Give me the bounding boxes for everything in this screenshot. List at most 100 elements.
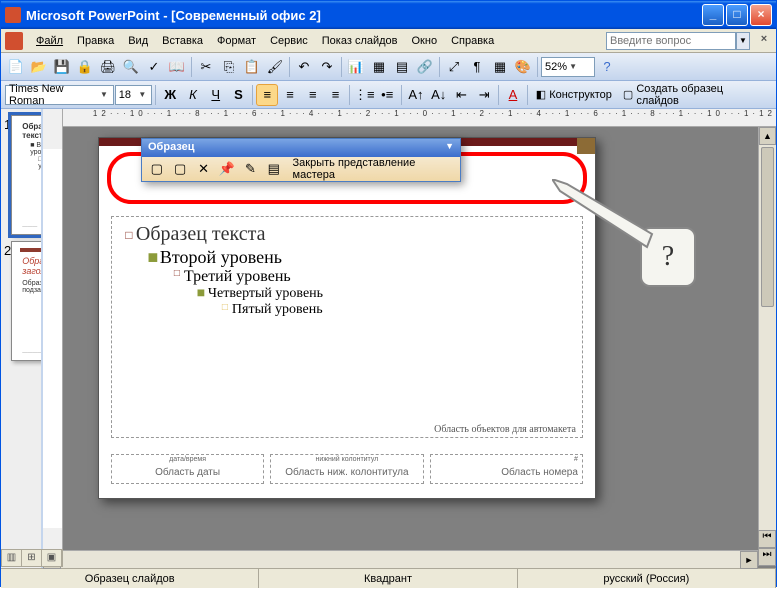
menu-edit[interactable]: Правка [70, 33, 121, 49]
thumbnail-slide-1[interactable]: Образец текста ■ Второй уровень □ Третий… [11, 115, 43, 235]
slide-corner-accent [577, 138, 595, 154]
insert-title-master-button[interactable]: ▢ [169, 158, 190, 180]
powerpoint-icon[interactable] [5, 32, 23, 50]
master-toolbar-title[interactable]: Образец▼ [142, 139, 460, 157]
spelling-button[interactable]: ✓ [143, 56, 165, 78]
menu-window[interactable]: Окно [405, 33, 445, 49]
status-language[interactable]: русский (Россия) [518, 569, 776, 588]
numbering-button[interactable]: ⋮≡ [353, 84, 375, 106]
menu-help[interactable]: Справка [444, 33, 501, 49]
help-dropdown[interactable]: ▼ [736, 32, 750, 50]
dropdown-icon[interactable]: ▼ [445, 141, 454, 155]
delete-master-button[interactable]: ✕ [193, 158, 214, 180]
increase-font-button[interactable]: A↑ [405, 84, 427, 106]
shadow-button[interactable]: S [228, 84, 250, 106]
close-button[interactable]: × [750, 4, 772, 26]
redo-button[interactable]: ↷ [316, 56, 338, 78]
decrease-indent-button[interactable]: ⇤ [451, 84, 473, 106]
help-button[interactable]: ? [596, 56, 618, 78]
slideshow-view-button[interactable]: ▣ [42, 550, 62, 566]
date-placeholder[interactable]: дата/времяОбласть даты [111, 454, 264, 484]
font-color-button[interactable]: A [502, 84, 524, 106]
scroll-thumb[interactable] [761, 147, 774, 307]
italic-button[interactable]: К [182, 84, 204, 106]
new-master-button[interactable]: ▢Создать образец слайдов [618, 84, 772, 106]
status-design: Квадрант [259, 569, 517, 588]
align-justify-button[interactable]: ≡ [325, 84, 347, 106]
number-placeholder[interactable]: #Область номера [430, 454, 583, 484]
decrease-font-button[interactable]: A↓ [428, 84, 450, 106]
new-button[interactable]: 📄 [5, 56, 27, 78]
table-button[interactable]: ▦ [368, 56, 390, 78]
scroll-up-button[interactable]: ▲ [759, 127, 776, 145]
insert-slide-master-button[interactable]: ▢ [146, 158, 167, 180]
minimize-button[interactable]: _ [702, 4, 724, 26]
bullets-button[interactable]: •≡ [376, 84, 398, 106]
close-master-view-button[interactable]: Закрыть представление мастера [293, 157, 456, 181]
autolayout-label: Область объектов для автомакета [434, 424, 576, 435]
research-button[interactable]: 📖 [166, 56, 188, 78]
color-button[interactable]: 🎨 [512, 56, 534, 78]
bold-button[interactable]: Ж [159, 84, 181, 106]
permission-button[interactable]: 🔒 [74, 56, 96, 78]
master-layout-button[interactable]: ▤ [263, 158, 284, 180]
doc-close-button[interactable]: × [756, 33, 772, 49]
preview-button[interactable]: 🔍 [120, 56, 142, 78]
body-placeholder[interactable]: □Образец текста ■Второй уровень □Третий … [111, 216, 583, 438]
app-icon [5, 7, 21, 23]
align-right-button[interactable]: ≡ [302, 84, 324, 106]
sorter-view-button[interactable]: ⊞ [22, 550, 42, 566]
font-combo[interactable]: Times New Roman▼ [5, 85, 114, 105]
scroll-right-button[interactable]: ► [740, 551, 758, 569]
slide-canvas[interactable]: □Образец текста ■Второй уровень □Третий … [63, 127, 776, 568]
title-doc: - [Современный офис 2] [160, 8, 321, 23]
underline-button[interactable]: Ч [205, 84, 227, 106]
menu-file[interactable]: Файл [29, 33, 70, 49]
chart-button[interactable]: 📊 [345, 56, 367, 78]
master-toolbar[interactable]: Образец▼ ▢ ▢ ✕ 📌 ✎ ▤ Закрыть представлен… [141, 138, 461, 182]
thumbnail-slide-2[interactable]: Образец заголовка Образец подзаголовка —… [11, 241, 43, 361]
align-left-button[interactable]: ≡ [256, 84, 278, 106]
maximize-button[interactable]: □ [726, 4, 748, 26]
normal-view-button[interactable]: ▥ [2, 550, 22, 566]
save-button[interactable]: 💾 [51, 56, 73, 78]
title-app: Microsoft PowerPoint [26, 8, 160, 23]
menu-slideshow[interactable]: Показ слайдов [315, 33, 405, 49]
print-button[interactable]: 🖨 [97, 56, 119, 78]
menu-tools[interactable]: Сервис [263, 33, 315, 49]
design-button[interactable]: ◧Конструктор [531, 84, 617, 106]
thumbnail-panel: 1 Образец текста ■ Второй уровень □ Трет… [1, 109, 43, 568]
open-button[interactable]: 📂 [28, 56, 50, 78]
show-formatting-button[interactable]: ¶ [466, 56, 488, 78]
cut-button[interactable]: ✂ [195, 56, 217, 78]
expand-button[interactable]: ⤢ [443, 56, 465, 78]
master-slide[interactable]: □Образец текста ■Второй уровень □Третий … [98, 137, 596, 499]
status-mode: Образец слайдов [1, 569, 259, 588]
vertical-scrollbar[interactable]: ▲ ▼ [758, 127, 776, 548]
menu-format[interactable]: Формат [210, 33, 263, 49]
thumb-number: 2 [4, 241, 11, 361]
thumb-number: 1 [4, 115, 11, 235]
titlebar: Microsoft PowerPoint - [Современный офис… [1, 1, 776, 29]
menu-view[interactable]: Вид [121, 33, 155, 49]
paste-button[interactable]: 📋 [241, 56, 263, 78]
grid-button[interactable]: ▦ [489, 56, 511, 78]
font-size-combo[interactable]: 18▼ [115, 85, 153, 105]
preserve-master-button[interactable]: 📌 [216, 158, 237, 180]
format-painter-button[interactable]: 🖌 [264, 56, 286, 78]
next-slide-button[interactable]: ⏭ [758, 548, 776, 566]
help-search-input[interactable] [606, 32, 736, 50]
footer-placeholder[interactable]: нижний колонтитулОбласть ниж. колонтитул… [270, 454, 423, 484]
align-center-button[interactable]: ≡ [279, 84, 301, 106]
zoom-combo[interactable]: 52%▼ [541, 57, 595, 77]
increase-indent-button[interactable]: ⇥ [473, 84, 495, 106]
prev-slide-button[interactable]: ⏮ [758, 530, 776, 548]
tables-borders-button[interactable]: ▤ [391, 56, 413, 78]
body-level-2: Второй уровень [160, 247, 282, 268]
menu-insert[interactable]: Вставка [155, 33, 210, 49]
hyperlink-button[interactable]: 🔗 [414, 56, 436, 78]
copy-button[interactable]: ⎘ [218, 56, 240, 78]
horizontal-scrollbar[interactable]: ◄ ► [43, 550, 758, 568]
undo-button[interactable]: ↶ [293, 56, 315, 78]
rename-master-button[interactable]: ✎ [240, 158, 261, 180]
